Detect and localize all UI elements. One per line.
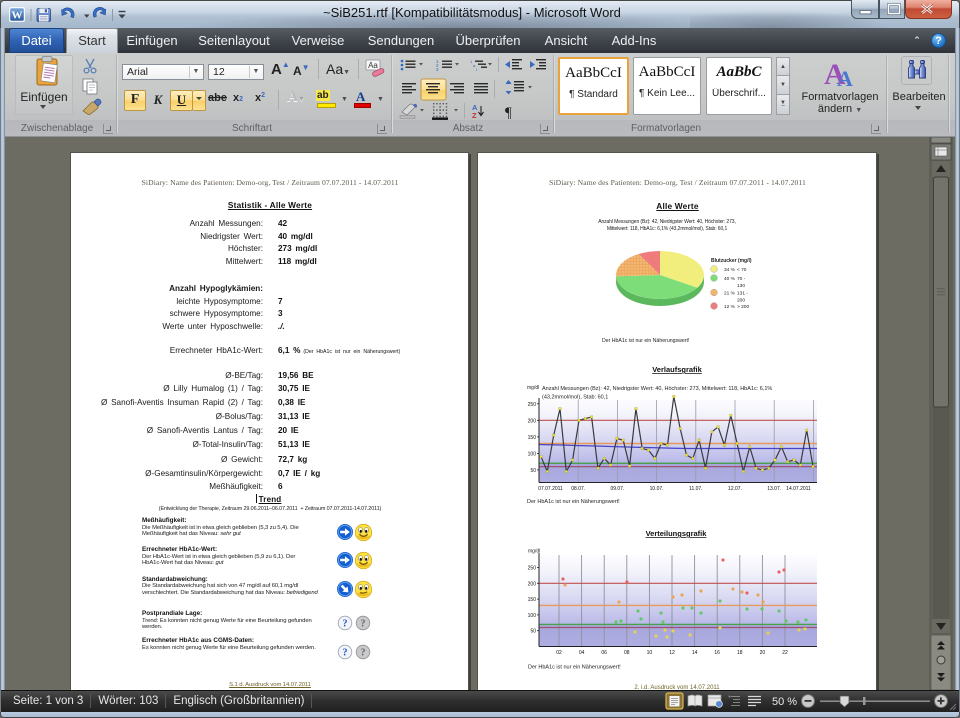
- svg-text:131 -: 131 -: [737, 291, 748, 297]
- svg-text:mg/dl: mg/dl: [527, 385, 539, 391]
- svg-text:70 -: 70 -: [737, 276, 746, 282]
- svg-text:150: 150: [528, 597, 537, 603]
- svg-text:10.07.: 10.07.: [650, 486, 664, 492]
- svg-text:Verlaufsgrafik: Verlaufsgrafik: [652, 365, 702, 374]
- svg-text:i: i: [476, 67, 477, 72]
- svg-text:13.07.: 13.07.: [767, 486, 781, 492]
- svg-text:18: 18: [737, 650, 743, 656]
- svg-text:Anzahl Messungen (Bz): 42, Nie: Anzahl Messungen (Bz): 42, Niedrigster W…: [542, 386, 772, 392]
- svg-text:mg/dl: mg/dl: [528, 549, 540, 555]
- svg-text:22: 22: [782, 650, 788, 656]
- svg-text:Z: Z: [472, 111, 477, 120]
- svg-text:A: A: [837, 66, 853, 90]
- svg-text:16: 16: [714, 650, 720, 656]
- svg-text:Der HbA1c ist nur ein Näherung: Der HbA1c ist nur ein Näherungswert!: [527, 499, 620, 505]
- svg-text:200: 200: [737, 298, 745, 304]
- svg-text:Aa: Aa: [368, 61, 378, 70]
- svg-text:10: 10: [647, 650, 653, 656]
- svg-text:20: 20: [760, 650, 766, 656]
- svg-text:07.07.2011: 07.07.2011: [538, 486, 563, 492]
- svg-text:200: 200: [528, 581, 537, 587]
- svg-text:200: 200: [528, 418, 537, 424]
- svg-text:?: ?: [361, 647, 366, 658]
- svg-text:?: ?: [361, 618, 366, 629]
- svg-text:34 %: 34 %: [724, 267, 736, 273]
- svg-text:12: 12: [669, 650, 675, 656]
- svg-text:(43,2mmol/mol), Stab: 60,1: (43,2mmol/mol), Stab: 60,1: [542, 395, 608, 401]
- svg-text:11.07.: 11.07.: [689, 486, 703, 492]
- svg-text:Der HbA1c ist nur ein Näherung: Der HbA1c ist nur ein Näherungswert!: [528, 665, 621, 671]
- svg-text:100: 100: [528, 613, 537, 619]
- svg-text:250: 250: [528, 402, 537, 408]
- svg-text:08.07.: 08.07.: [571, 486, 585, 492]
- svg-text:50 %: 50 %: [772, 696, 797, 708]
- svg-text:21 %: 21 %: [724, 291, 736, 297]
- svg-text:02: 02: [556, 650, 562, 656]
- svg-text:09.07.: 09.07.: [610, 486, 624, 492]
- svg-text:100: 100: [528, 451, 537, 457]
- svg-text:150: 150: [528, 435, 537, 441]
- svg-text:?: ?: [343, 618, 348, 629]
- svg-text:< 70: < 70: [737, 267, 747, 273]
- svg-text:12 %: 12 %: [724, 304, 736, 310]
- svg-text:Blutzucker (mg/l): Blutzucker (mg/l): [711, 258, 752, 264]
- svg-text:08: 08: [624, 650, 630, 656]
- svg-text:06: 06: [601, 650, 607, 656]
- svg-text:?: ?: [343, 647, 348, 658]
- svg-text:12.07.: 12.07.: [728, 486, 742, 492]
- svg-text:Der HbA1c ist nur ein Näherung: Der HbA1c ist nur ein Näherungswert!: [602, 338, 689, 344]
- svg-text:04: 04: [579, 650, 585, 656]
- svg-text:Verteilungsgrafik: Verteilungsgrafik: [646, 529, 708, 538]
- svg-text:50: 50: [530, 629, 536, 635]
- svg-text:14: 14: [692, 650, 698, 656]
- svg-text:¶: ¶: [505, 105, 512, 121]
- svg-text:50: 50: [530, 468, 536, 474]
- svg-text:40 %: 40 %: [724, 276, 736, 282]
- svg-text:130: 130: [737, 283, 745, 289]
- svg-text:250: 250: [528, 566, 537, 572]
- svg-text:3: 3: [436, 67, 439, 72]
- svg-text:14.07.2011: 14.07.2011: [786, 486, 811, 492]
- svg-text:> 200: > 200: [737, 304, 749, 310]
